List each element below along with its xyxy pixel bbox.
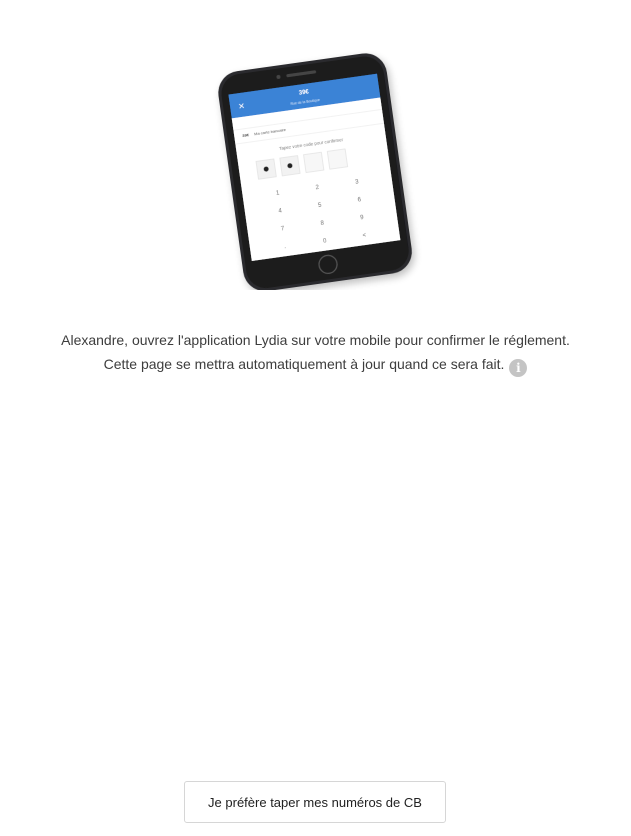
- svg-text:✕: ✕: [238, 101, 246, 111]
- info-icon[interactable]: i: [509, 359, 528, 377]
- payment-confirmation-page: ✕ 39€ Rue de la Boutique 39€ Ma carte ba…: [0, 0, 631, 836]
- instruction-line-1: Alexandre, ouvrez l'application Lydia su…: [61, 332, 570, 348]
- phone-illustration: ✕ 39€ Rue de la Boutique 39€ Ma carte ba…: [205, 50, 425, 290]
- instruction-line-2-wrapper: Cette page se mettra automatiquement à j…: [0, 352, 631, 377]
- enter-card-numbers-button[interactable]: Je préfère taper mes numéros de CB: [184, 781, 446, 823]
- instructions: Alexandre, ouvrez l'application Lydia su…: [0, 328, 631, 377]
- instruction-line-2: Cette page se mettra automatiquement à j…: [103, 356, 505, 372]
- phone-image: ✕ 39€ Rue de la Boutique 39€ Ma carte ba…: [218, 53, 412, 290]
